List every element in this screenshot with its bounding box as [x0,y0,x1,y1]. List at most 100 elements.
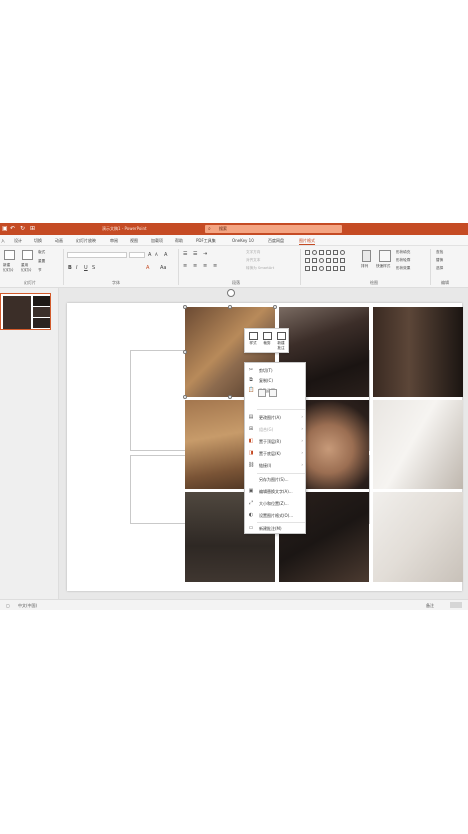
resize-handle[interactable] [183,350,187,354]
resize-handle[interactable] [228,395,232,399]
menu-item-format-picture[interactable]: ◐ 设置图片格式(O)... [245,510,307,520]
shape-pentagon-icon[interactable] [305,266,310,271]
tab-slideshow[interactable]: 幻灯片放映 [76,238,96,244]
font-dialog-icon[interactable]: Aa [160,265,166,271]
shape-arrow-icon[interactable] [312,258,317,263]
align-right-icon[interactable]: ≡ [203,263,207,269]
menu-item-cut[interactable]: ✂ 剪切(T) [245,365,307,375]
tab-animations[interactable]: 动画 [55,238,63,244]
tab-design[interactable]: 设计 [14,238,22,244]
menu-item-bring-to-front[interactable]: ◧ 置于顶层(R) › [245,436,307,446]
shape-rounded-icon[interactable] [326,250,331,255]
arrange-button[interactable]: 排列 [361,264,368,269]
tab-help[interactable]: 帮助 [175,238,183,244]
grow-font-icon[interactable]: A [148,252,151,258]
tab-baidu-netdisk[interactable]: 百度网盘 [268,238,284,244]
underline-icon[interactable]: U [84,265,88,271]
paste-keep-format-icon[interactable] [258,389,266,397]
tab-review[interactable]: 审阅 [110,238,118,244]
shape-text-icon[interactable] [319,250,324,255]
photo-tile-6[interactable] [373,400,463,489]
shape-brace-icon[interactable] [312,266,317,271]
shape-more-icon[interactable] [340,266,345,271]
slide-thumbnail-1[interactable] [0,293,51,330]
section-button[interactable]: 节 [38,268,42,273]
italic-icon[interactable]: I [76,265,77,271]
redo-icon[interactable]: ↻ [20,225,25,232]
photo-tile-3[interactable] [373,307,463,397]
resize-handle[interactable] [273,305,277,309]
replace-button[interactable]: 替换 [436,258,443,263]
shape-outline-button[interactable]: 形状轮廓 [396,258,410,263]
menu-item-send-to-back[interactable]: ◨ 置于底层(K) › [245,448,307,458]
shape-callout-icon[interactable] [340,258,345,263]
align-center-icon[interactable]: ≡ [193,263,197,269]
shape-fill-button[interactable]: 形状填充 [396,250,410,255]
find-button[interactable]: 查找 [436,250,443,255]
start-presentation-icon[interactable]: ⊞ [30,225,35,232]
shape-triangle-icon[interactable] [305,258,310,263]
shadow-icon[interactable]: S [92,265,95,271]
reuse-slide-icon[interactable] [22,250,33,260]
menu-item-link[interactable]: ⛓ 链接(I) › [245,460,307,470]
resize-handle[interactable] [183,305,187,309]
menu-item-edit-alt-text[interactable]: ▣ 编辑替换文字(A)... [245,486,307,496]
justify-icon[interactable]: ≡ [213,263,217,269]
arrange-icon[interactable] [362,250,371,262]
shrink-font-icon[interactable]: A [155,252,158,257]
language-indicator[interactable]: 中文(中国) [18,603,37,609]
quick-styles-button[interactable]: 快速样式 [376,264,390,269]
search-input[interactable]: ⌕ 搜索 [205,225,342,233]
new-slide-button[interactable]: 新建 幻灯片 [3,263,14,273]
layout-button[interactable]: 版式 [38,250,45,255]
menu-item-copy[interactable]: ⧉ 复制(C) [245,375,307,385]
shape-heart-icon[interactable] [326,266,331,271]
undo-icon[interactable]: ↶ [10,225,15,232]
tab-pdf-tools[interactable]: PDF工具集 [196,238,216,244]
menu-item-save-as-picture[interactable]: 另存为图片(S)... [245,474,307,484]
clear-format-icon[interactable]: A [164,252,167,258]
shape-circle-icon[interactable] [340,250,345,255]
photo-tile-9[interactable] [373,492,463,582]
font-size-field[interactable] [129,252,145,258]
shape-moon-icon[interactable] [319,266,324,271]
normal-view-button[interactable] [450,602,462,608]
resize-handle[interactable] [228,305,232,309]
menu-item-group[interactable]: ⊞ 组合(G) › [245,424,307,434]
indent-icon[interactable]: ⇥ [203,251,207,257]
notes-button[interactable]: 备注 [426,603,434,609]
font-name-field[interactable] [67,252,127,258]
align-text-button[interactable]: 对齐文本 [246,258,260,263]
shape-rectangle-icon[interactable] [305,250,310,255]
rotate-handle[interactable] [227,289,235,297]
shape-bolt-icon[interactable] [333,266,338,271]
shape-line-icon[interactable] [333,250,338,255]
new-slide-icon[interactable] [4,250,15,260]
tab-transitions[interactable]: 切换 [34,238,42,244]
menu-item-change-picture[interactable]: ▤ 更改图片(A) › [245,412,307,422]
numbering-icon[interactable]: ☰ [193,251,197,257]
shape-effects-button[interactable]: 形状效果 [396,266,410,271]
shape-oval-icon[interactable] [312,250,317,255]
crop-button[interactable]: 裁剪 [261,332,273,346]
reset-button[interactable]: 重置 [38,259,45,264]
tab-addins[interactable]: 加载项 [151,238,163,244]
shape-star-icon[interactable] [333,258,338,263]
paste-picture-icon[interactable] [269,389,277,397]
align-left-icon[interactable]: ≡ [183,263,187,269]
select-button[interactable]: 选择 [436,266,443,271]
resize-handle[interactable] [183,395,187,399]
text-direction-button[interactable]: 文字方向 [246,250,260,255]
reuse-slide-button[interactable]: 重用 幻灯片 [21,263,32,273]
tab-insert[interactable]: 入 [1,238,5,244]
bullets-icon[interactable]: ☰ [183,251,187,257]
menu-item-new-comment[interactable]: ▭ 新建批注(M) [245,523,307,533]
smartart-button[interactable]: 转换为 SmartArt [246,266,274,271]
bold-icon[interactable]: B [68,265,72,271]
tab-picture-format[interactable]: 图片格式 [299,238,315,245]
quick-styles-icon[interactable] [379,250,391,262]
tab-view[interactable]: 视图 [130,238,138,244]
tab-onekey[interactable]: OneKey 10 [232,238,254,243]
shape-bracket-icon[interactable] [326,258,331,263]
shape-smile-icon[interactable] [319,258,324,263]
